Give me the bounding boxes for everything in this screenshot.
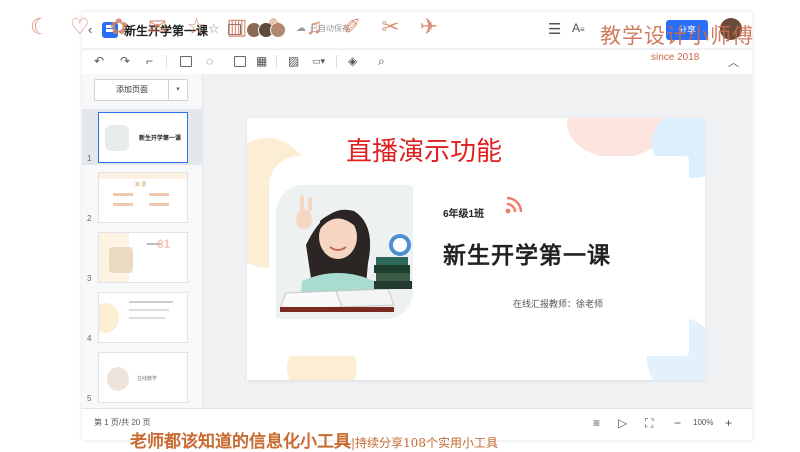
slide-thumbnail-row[interactable]: 3 01 — [82, 229, 202, 285]
search-icon[interactable]: ⌕ — [378, 54, 385, 69]
thumbnail-title: 新生开学第一课 — [139, 136, 182, 142]
image-icon[interactable] — [234, 56, 246, 67]
slide-canvas[interactable]: 6年级1班 新生开学第一课 在线汇报教师：徐老师 — [203, 74, 752, 408]
toolbar-divider — [336, 55, 337, 68]
caption-main: 老师都该知道的信息化小工具 — [130, 432, 351, 451]
thumbnail-number: 4 — [87, 334, 92, 343]
undo-icon[interactable]: ↶ — [94, 54, 104, 68]
slide-thumbnail-row[interactable]: 1 新生开学第一课 — [82, 109, 202, 165]
decorative-doodles: ☾ ♡ ✿ ✉ ☆ ▥ ✎ ♫ ✐ ✂ ✈ — [30, 14, 446, 39]
shape-icon[interactable]: ◌ — [206, 54, 213, 68]
slide-thumbnail-row[interactable]: 2 目 录 — [82, 169, 202, 225]
add-page-button[interactable]: 添加页面 ▾ — [94, 79, 188, 101]
slide-thumbnail[interactable]: 01 — [98, 232, 188, 283]
teacher-label[interactable]: 在线汇报教师：徐老师 — [513, 297, 603, 310]
thumbnail-number: 5 — [87, 394, 92, 403]
play-icon[interactable]: ▷ — [618, 416, 627, 430]
thumbnail-number: 3 — [87, 274, 92, 283]
thumbnail-number: 1 — [87, 154, 92, 163]
slide-thumbnail-row[interactable]: 5 在线教学 — [82, 349, 202, 405]
thumbnail-number: 2 — [87, 214, 92, 223]
zoom-level[interactable]: 100% — [693, 418, 713, 427]
toolbar-divider — [276, 55, 277, 68]
notes-icon[interactable]: ≡ — [593, 416, 600, 430]
table-icon[interactable]: ▦ — [256, 54, 267, 68]
slide-sidebar: 添加页面 ▾ 1 新生开学第一课 2 目 录 3 01 4 5 在线教学 — [82, 74, 203, 408]
slide-thumbnail[interactable]: 在线教学 — [98, 352, 188, 403]
watermark: 教学设计小师傅 — [600, 25, 754, 48]
toolbar-divider — [166, 55, 167, 68]
font-icon[interactable]: A≡ — [572, 21, 585, 35]
presentation-app: ‹ 新生开学第一课 ☆ ☁ 已自动保存 ☰ A≡ 分享 ↶ ↷ ⌐ ◌ ▦ ▨ … — [82, 12, 752, 440]
slide-thumbnail[interactable]: 目 录 — [98, 172, 188, 223]
caption-sub: |持续分享108个实用小工具 — [351, 436, 498, 450]
student-illustration — [276, 185, 413, 319]
fill-icon[interactable]: ◈ — [348, 54, 357, 68]
more-icon[interactable]: ▭▾ — [312, 56, 325, 67]
zoom-out-icon[interactable]: − — [674, 416, 681, 430]
zoom-in-icon[interactable]: + — [725, 416, 732, 430]
thumbnail-title: 在线教学 — [137, 376, 158, 382]
chevron-down-icon[interactable]: ▾ — [168, 80, 187, 100]
slide-thumbnail[interactable] — [98, 292, 188, 343]
slide-thumbnail[interactable]: 新生开学第一课 — [98, 112, 188, 163]
slide-title[interactable]: 新生开学第一课 — [443, 236, 611, 270]
fullscreen-icon[interactable]: ⛶ — [645, 416, 653, 431]
add-page-label: 添加页面 — [116, 85, 148, 94]
menu-icon[interactable]: ☰ — [548, 20, 561, 38]
student-photo[interactable] — [276, 185, 413, 319]
textbox-icon[interactable] — [180, 56, 192, 67]
slide-thumbnail-row[interactable]: 4 — [82, 289, 202, 345]
pattern-icon[interactable]: ▨ — [288, 54, 299, 68]
collapse-icon[interactable]: ︿ — [728, 54, 739, 70]
since-label: since 2018 — [651, 52, 700, 63]
redo-icon[interactable]: ↷ — [120, 54, 130, 68]
wifi-icon — [505, 196, 523, 214]
thumbnail-title: 目 录 — [135, 182, 147, 188]
live-demo-label: 直播演示功能 — [346, 136, 503, 166]
bottom-caption: 老师都该知道的信息化小工具|持续分享108个实用小工具 — [130, 427, 498, 452]
class-label[interactable]: 6年级1班 — [443, 205, 484, 220]
format-painter-icon[interactable]: ⌐ — [146, 54, 153, 68]
